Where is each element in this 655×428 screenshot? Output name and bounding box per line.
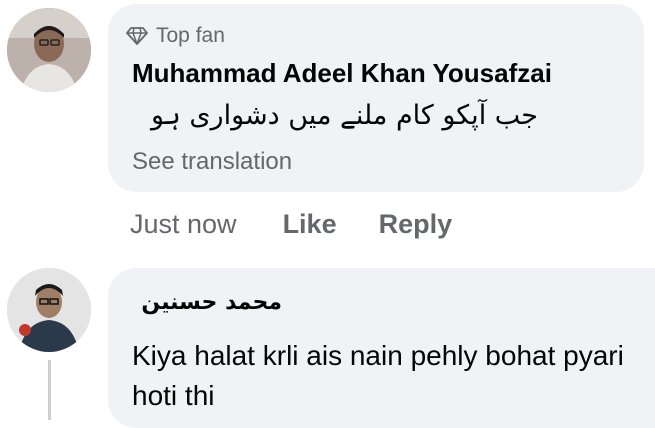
- badge-label: Top fan: [156, 24, 225, 47]
- top-fan-badge: Top fan: [126, 24, 225, 48]
- profile-photo-icon: [7, 268, 91, 352]
- avatar[interactable]: [7, 8, 91, 92]
- like-button[interactable]: Like: [283, 209, 337, 240]
- reply-button[interactable]: Reply: [379, 209, 453, 240]
- avatar[interactable]: [7, 268, 91, 352]
- comment-timestamp[interactable]: Just now: [130, 209, 237, 240]
- comment-actions: Just now Like Reply: [130, 209, 494, 240]
- diamond-icon: [126, 27, 148, 45]
- comment-text: Kiya halat krli ais nain pehly bohat pya…: [132, 340, 624, 411]
- comment-author[interactable]: Muhammad Adeel Khan Yousafzai: [132, 58, 552, 89]
- comment-author[interactable]: محمد حسنین: [132, 290, 282, 315]
- profile-photo-icon: [7, 8, 91, 92]
- see-translation-link[interactable]: See translation: [132, 148, 292, 176]
- comment-text: جب آپکو کام ملنے میں دشواری ہو: [151, 100, 538, 131]
- reply-thread-line: [48, 360, 51, 420]
